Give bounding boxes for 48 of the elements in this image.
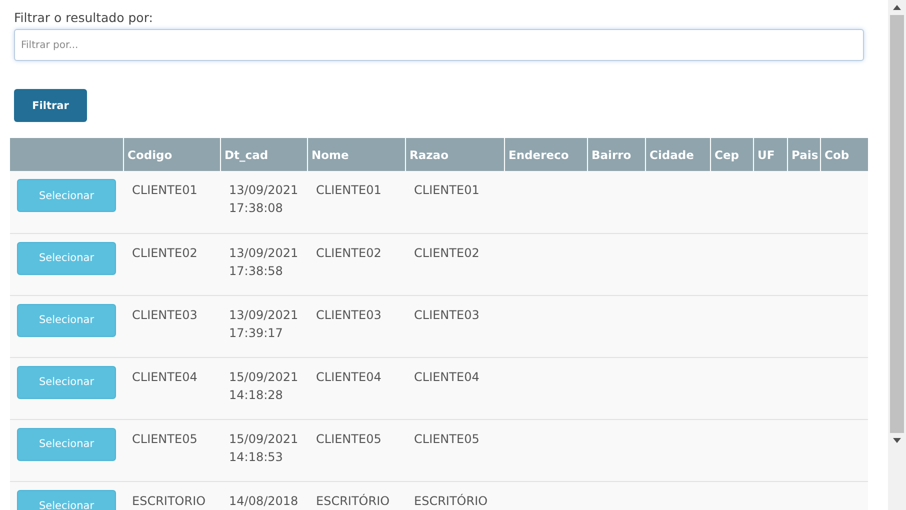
table-cell: CLIENTE05 bbox=[132, 432, 198, 446]
table-cell: 13/09/2021 17:38:58 bbox=[229, 246, 298, 278]
table-cell: CLIENTE02 bbox=[414, 246, 480, 260]
column-header: Cob bbox=[820, 138, 868, 171]
table-cell: 13/09/2021 17:38:08 bbox=[229, 183, 298, 215]
table-cell: CLIENTE01 bbox=[414, 183, 480, 197]
table-cell: CLIENTE01 bbox=[316, 183, 382, 197]
table-cell: ESCRITÓRIO bbox=[414, 494, 488, 508]
table-cell: CLIENTE02 bbox=[132, 246, 198, 260]
select-button[interactable]: Selecionar bbox=[17, 242, 116, 274]
filter-label: Filtrar o resultado por: bbox=[14, 9, 154, 27]
column-header: Bairro bbox=[587, 138, 645, 171]
table-cell: CLIENTE02 bbox=[316, 246, 382, 260]
table-cell: ESCRITÓRIO bbox=[316, 494, 390, 508]
scroll-up-icon[interactable] bbox=[893, 5, 901, 10]
table-cell: CLIENTE04 bbox=[316, 370, 382, 384]
table-cell: CLIENTE05 bbox=[316, 432, 382, 446]
column-header: Nome bbox=[307, 138, 405, 171]
table-cell: 15/09/2021 14:18:28 bbox=[229, 370, 298, 402]
column-header: Dt_cad bbox=[220, 138, 307, 171]
column-header: UF bbox=[753, 138, 787, 171]
table-cell: CLIENTE03 bbox=[414, 308, 480, 322]
table-cell: CLIENTE01 bbox=[132, 183, 198, 197]
table-cell: 14/08/2018 bbox=[229, 494, 298, 508]
scrollbar[interactable] bbox=[888, 0, 906, 510]
select-button[interactable]: Selecionar bbox=[17, 179, 116, 212]
column-header: Cidade bbox=[645, 138, 710, 171]
table-cell: CLIENTE03 bbox=[316, 308, 382, 322]
column-header: Codigo bbox=[123, 138, 220, 171]
column-header: Endereco bbox=[504, 138, 587, 171]
select-button[interactable]: Selecionar bbox=[17, 304, 116, 336]
filter-button[interactable]: Filtrar bbox=[14, 89, 87, 122]
filter-input[interactable]: Filtrar por... bbox=[14, 29, 864, 61]
table-cell: 13/09/2021 17:39:17 bbox=[229, 308, 298, 340]
table-cell: CLIENTE04 bbox=[132, 370, 198, 384]
column-header: Cep bbox=[710, 138, 753, 171]
table-cell: CLIENTE05 bbox=[414, 432, 480, 446]
table-cell: ESCRITORIO bbox=[132, 494, 206, 508]
select-button[interactable]: Selecionar bbox=[17, 366, 116, 398]
table-cell: 15/09/2021 14:18:53 bbox=[229, 432, 298, 464]
column-header: Pais bbox=[787, 138, 820, 171]
table-cell: CLIENTE04 bbox=[414, 370, 480, 384]
table-cell: CLIENTE03 bbox=[132, 308, 198, 322]
scrollbar-thumb[interactable] bbox=[890, 15, 904, 433]
scroll-down-icon[interactable] bbox=[893, 438, 901, 443]
select-button[interactable]: Selecionar bbox=[17, 490, 116, 510]
select-button[interactable]: Selecionar bbox=[17, 428, 116, 460]
column-header: Razao bbox=[405, 138, 504, 171]
